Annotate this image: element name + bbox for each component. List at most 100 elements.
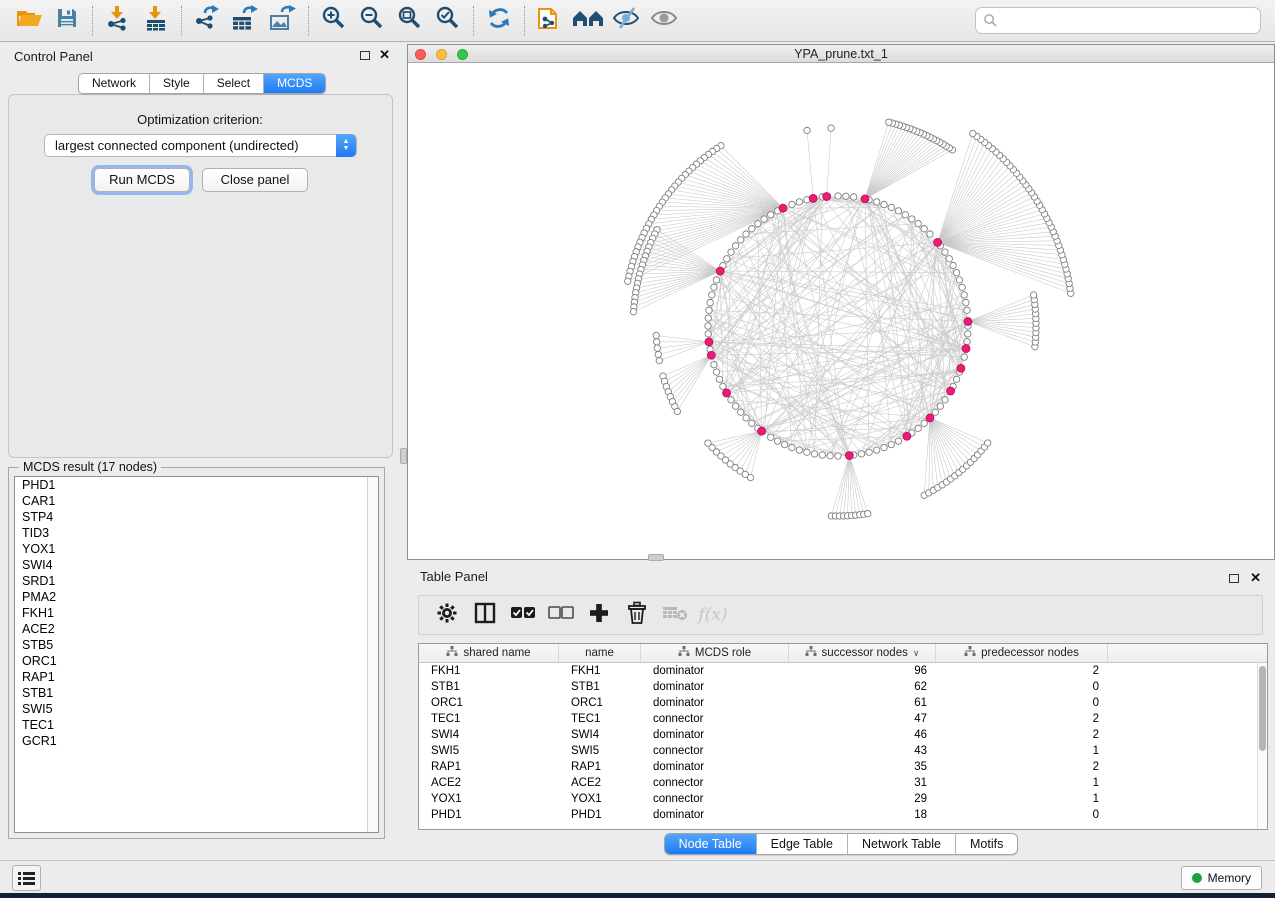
cell-MCDS-role[interactable]: dominator: [641, 807, 789, 823]
vertical-splitter-handle[interactable]: [400, 448, 407, 464]
delete-column-button[interactable]: [621, 599, 653, 631]
result-item[interactable]: SWI5: [15, 701, 378, 717]
search-box[interactable]: [975, 7, 1261, 34]
cell-MCDS-role[interactable]: connector: [641, 743, 789, 759]
close-panel-button[interactable]: Close panel: [202, 168, 308, 192]
result-item[interactable]: SWI4: [15, 557, 378, 573]
node-table[interactable]: shared namenameMCDS rolesuccessor nodes∨…: [418, 643, 1268, 830]
table-row[interactable]: SWI4SWI4dominator462: [419, 727, 1257, 743]
show-all-button[interactable]: [645, 4, 683, 38]
tab-edge-table[interactable]: Edge Table: [757, 834, 848, 854]
memory-button[interactable]: Memory: [1181, 866, 1262, 890]
result-item[interactable]: ORC1: [15, 653, 378, 669]
cell-predecessor-nodes[interactable]: 0: [936, 679, 1108, 695]
cell-successor-nodes[interactable]: 47: [789, 711, 936, 727]
result-item[interactable]: PMA2: [15, 589, 378, 605]
cell-successor-nodes[interactable]: 62: [789, 679, 936, 695]
dropdown-stepper-icon[interactable]: ▲▼: [336, 134, 356, 157]
result-item[interactable]: STB1: [15, 685, 378, 701]
result-item[interactable]: ACE2: [15, 621, 378, 637]
cell-shared-name[interactable]: STB1: [419, 679, 559, 695]
table-row[interactable]: FKH1FKH1dominator962: [419, 663, 1257, 679]
cell-predecessor-nodes[interactable]: 1: [936, 775, 1108, 791]
open-folder-button[interactable]: [10, 4, 48, 38]
tab-mcds[interactable]: MCDS: [264, 74, 325, 93]
tab-node-table[interactable]: Node Table: [665, 834, 757, 854]
result-item[interactable]: RAP1: [15, 669, 378, 685]
result-item[interactable]: STB5: [15, 637, 378, 653]
vertical-splitter[interactable]: [400, 42, 407, 860]
result-item[interactable]: YOX1: [15, 541, 378, 557]
column-header-name[interactable]: name: [559, 644, 641, 662]
result-item[interactable]: TEC1: [15, 717, 378, 733]
scrollbar-thumb[interactable]: [1259, 666, 1266, 751]
table-row[interactable]: RAP1RAP1dominator352: [419, 759, 1257, 775]
cell-name[interactable]: SWI4: [559, 727, 641, 743]
cell-successor-nodes[interactable]: 46: [789, 727, 936, 743]
cell-predecessor-nodes[interactable]: 0: [936, 695, 1108, 711]
cell-name[interactable]: RAP1: [559, 759, 641, 775]
tab-network-table[interactable]: Network Table: [848, 834, 956, 854]
cell-successor-nodes[interactable]: 35: [789, 759, 936, 775]
refresh-button[interactable]: [480, 4, 518, 38]
deselect-all-button[interactable]: [545, 599, 577, 631]
import-network-button[interactable]: [99, 4, 137, 38]
export-table-button[interactable]: [226, 4, 264, 38]
result-item[interactable]: PHD1: [15, 477, 378, 493]
zoom-fit-button[interactable]: [391, 4, 429, 38]
cell-shared-name[interactable]: PHD1: [419, 807, 559, 823]
tab-motifs[interactable]: Motifs: [956, 834, 1017, 854]
table-row[interactable]: SWI5SWI5connector431: [419, 743, 1257, 759]
search-input[interactable]: [998, 11, 1260, 31]
cell-successor-nodes[interactable]: 31: [789, 775, 936, 791]
float-panel-icon[interactable]: [360, 51, 370, 60]
settings-gear-button[interactable]: [431, 599, 463, 631]
tab-select[interactable]: Select: [204, 74, 264, 93]
cell-name[interactable]: ACE2: [559, 775, 641, 791]
zoom-selected-button[interactable]: [429, 4, 467, 38]
cell-shared-name[interactable]: ORC1: [419, 695, 559, 711]
result-item[interactable]: STP4: [15, 509, 378, 525]
zoom-out-button[interactable]: [353, 4, 391, 38]
hide-selected-button[interactable]: [607, 4, 645, 38]
panel-list-button[interactable]: [12, 865, 41, 891]
cell-predecessor-nodes[interactable]: 1: [936, 791, 1108, 807]
save-button[interactable]: [48, 4, 86, 38]
column-header-shared-name[interactable]: shared name: [419, 644, 559, 662]
result-item[interactable]: FKH1: [15, 605, 378, 621]
cell-name[interactable]: TEC1: [559, 711, 641, 727]
cell-predecessor-nodes[interactable]: 2: [936, 663, 1108, 679]
cell-MCDS-role[interactable]: dominator: [641, 663, 789, 679]
cell-MCDS-role[interactable]: connector: [641, 711, 789, 727]
export-network-button[interactable]: [188, 4, 226, 38]
column-header-predecessor-nodes[interactable]: predecessor nodes: [936, 644, 1108, 662]
cell-shared-name[interactable]: TEC1: [419, 711, 559, 727]
result-item[interactable]: GCR1: [15, 733, 378, 749]
table-row[interactable]: PHD1PHD1dominator180: [419, 807, 1257, 823]
cell-successor-nodes[interactable]: 96: [789, 663, 936, 679]
cell-name[interactable]: YOX1: [559, 791, 641, 807]
split-columns-button[interactable]: [469, 599, 501, 631]
add-column-button[interactable]: [583, 599, 615, 631]
cell-MCDS-role[interactable]: dominator: [641, 727, 789, 743]
cell-shared-name[interactable]: YOX1: [419, 791, 559, 807]
cell-MCDS-role[interactable]: connector: [641, 791, 789, 807]
column-header-MCDS-role[interactable]: MCDS role: [641, 644, 789, 662]
cell-name[interactable]: SWI5: [559, 743, 641, 759]
first-neighbors-button[interactable]: [569, 4, 607, 38]
cell-MCDS-role[interactable]: dominator: [641, 679, 789, 695]
cell-shared-name[interactable]: FKH1: [419, 663, 559, 679]
column-header-successor-nodes[interactable]: successor nodes∨: [789, 644, 936, 662]
cell-MCDS-role[interactable]: dominator: [641, 759, 789, 775]
cell-successor-nodes[interactable]: 29: [789, 791, 936, 807]
close-panel-icon[interactable]: ✕: [379, 47, 390, 63]
table-row[interactable]: TEC1TEC1connector472: [419, 711, 1257, 727]
run-mcds-button[interactable]: Run MCDS: [94, 168, 190, 192]
cell-predecessor-nodes[interactable]: 1: [936, 743, 1108, 759]
cell-shared-name[interactable]: RAP1: [419, 759, 559, 775]
network-file-button[interactable]: [531, 4, 569, 38]
cell-name[interactable]: FKH1: [559, 663, 641, 679]
cell-name[interactable]: PHD1: [559, 807, 641, 823]
table-row[interactable]: STB1STB1dominator620: [419, 679, 1257, 695]
cell-MCDS-role[interactable]: dominator: [641, 695, 789, 711]
